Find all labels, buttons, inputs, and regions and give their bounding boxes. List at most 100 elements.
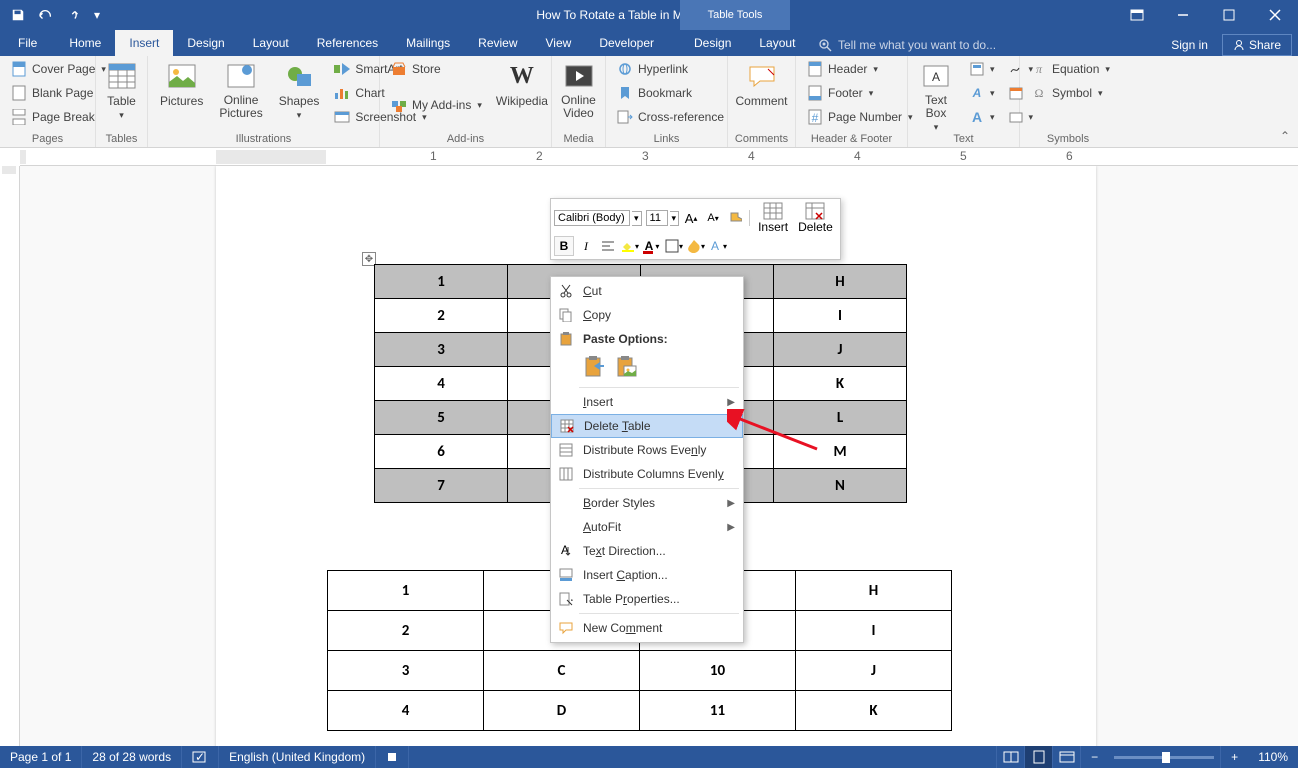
table-cell[interactable]: 3 [375, 333, 508, 367]
tell-me-search[interactable]: Tell me what you want to do... [810, 34, 1004, 56]
collapse-ribbon-button[interactable]: ⌃ [1280, 129, 1290, 143]
tab-table-layout[interactable]: Layout [745, 30, 809, 56]
table-cell[interactable]: 2 [375, 299, 508, 333]
table-cell[interactable]: C [484, 651, 640, 691]
align-button[interactable] [598, 236, 618, 256]
table-cell[interactable]: 5 [375, 401, 508, 435]
word-count[interactable]: 28 of 28 words [82, 746, 182, 768]
zoom-out-button[interactable]: − [1080, 746, 1108, 768]
mini-font-select[interactable] [554, 210, 630, 226]
bookmark-button[interactable]: Bookmark [612, 82, 728, 104]
paste-keep-formatting[interactable] [581, 353, 609, 381]
pictures-button[interactable]: Pictures [154, 58, 209, 110]
online-video-button[interactable]: Online Video [555, 58, 602, 122]
comment-button[interactable]: Comment [730, 58, 794, 110]
online-pictures-button[interactable]: Online Pictures [213, 58, 268, 122]
ctx-insert-caption[interactable]: Insert Caption... [551, 563, 743, 587]
tab-layout[interactable]: Layout [239, 30, 303, 56]
tab-file[interactable]: File [0, 30, 55, 56]
table-cell[interactable]: 11 [640, 691, 796, 731]
share-button[interactable]: Share [1222, 34, 1292, 56]
tab-table-design[interactable]: Design [680, 30, 745, 56]
tab-view[interactable]: View [532, 30, 586, 56]
ctx-new-comment[interactable]: New Comment [551, 616, 743, 640]
mini-insert-button[interactable]: Insert [754, 202, 792, 234]
table-cell[interactable]: 6 [375, 435, 508, 469]
tab-insert[interactable]: Insert [115, 30, 173, 56]
italic-button[interactable]: I [576, 236, 596, 256]
undo-button[interactable] [34, 3, 58, 27]
font-color-button[interactable]: A▾ [642, 236, 662, 256]
quickparts-button[interactable]: ▾ [964, 58, 999, 80]
table-cell[interactable]: 1 [375, 265, 508, 299]
qat-dropdown-icon[interactable]: ▾ [94, 8, 100, 22]
ctx-autofit[interactable]: AutoFit▶ [551, 515, 743, 539]
textbox-button[interactable]: AText Box▾ [914, 58, 958, 135]
cross-reference-button[interactable]: Cross-reference [612, 106, 728, 128]
mini-delete-button[interactable]: Delete [794, 202, 837, 234]
grow-font-button[interactable]: A▴ [681, 208, 701, 228]
page-break-button[interactable]: Page Break [6, 106, 110, 128]
web-layout-button[interactable] [1052, 746, 1080, 768]
blank-page-button[interactable]: Blank Page [6, 82, 110, 104]
table-cell[interactable]: 3 [328, 651, 484, 691]
zoom-in-button[interactable]: + [1220, 746, 1248, 768]
minimize-button[interactable] [1160, 0, 1206, 30]
border-button[interactable]: ▾ [664, 236, 684, 256]
wordart-button[interactable]: A▾ [964, 82, 999, 104]
table-cell[interactable]: J [796, 651, 952, 691]
table-cell[interactable]: 4 [375, 367, 508, 401]
mini-size-select[interactable] [646, 210, 668, 226]
ctx-distribute-rows[interactable]: Distribute Rows Evenly [551, 438, 743, 462]
table-cell[interactable]: H [796, 571, 952, 611]
paste-picture[interactable] [613, 353, 641, 381]
table-cell[interactable]: K [774, 367, 907, 401]
tab-home[interactable]: Home [55, 30, 115, 56]
table-cell[interactable]: H [774, 265, 907, 299]
table-button[interactable]: Table▾ [100, 58, 144, 123]
zoom-level[interactable]: 110% [1248, 746, 1298, 768]
ctx-copy[interactable]: Copy [551, 303, 743, 327]
macro-recording[interactable] [376, 746, 409, 768]
page-number-button[interactable]: #Page Number▾ [802, 106, 917, 128]
spellcheck-button[interactable]: ✓ [182, 746, 219, 768]
dropcap-button[interactable]: A▾ [964, 106, 999, 128]
header-button[interactable]: Header▾ [802, 58, 917, 80]
document-area[interactable]: ✥ ▾ ▾ A▴ A▾ Insert Delete B I ▾ A▾ ▾ ▾ [20, 166, 1298, 746]
page-indicator[interactable]: Page 1 of 1 [0, 746, 82, 768]
table-cell[interactable]: I [774, 299, 907, 333]
read-mode-button[interactable] [996, 746, 1024, 768]
table-cell[interactable]: 2 [328, 611, 484, 651]
table-cell[interactable]: I [796, 611, 952, 651]
tab-review[interactable]: Review [464, 30, 531, 56]
tab-developer[interactable]: Developer [585, 30, 668, 56]
my-addins-button[interactable]: My Add-ins▾ [386, 94, 486, 116]
symbol-button[interactable]: ΩSymbol▾ [1026, 82, 1114, 104]
zoom-slider[interactable] [1114, 756, 1214, 759]
ctx-insert[interactable]: Insert▶ [551, 390, 743, 414]
language-indicator[interactable]: English (United Kingdom) [219, 746, 376, 768]
table-cell[interactable]: D [484, 691, 640, 731]
footer-button[interactable]: Footer▾ [802, 82, 917, 104]
ctx-border-styles[interactable]: Border Styles▶ [551, 491, 743, 515]
table-cell[interactable]: M [774, 435, 907, 469]
bold-button[interactable]: B [554, 236, 574, 256]
maximize-button[interactable] [1206, 0, 1252, 30]
tab-references[interactable]: References [303, 30, 392, 56]
tab-design[interactable]: Design [173, 30, 238, 56]
save-button[interactable] [6, 3, 30, 27]
print-layout-button[interactable] [1024, 746, 1052, 768]
shrink-font-button[interactable]: A▾ [703, 208, 723, 228]
redo-button[interactable] [62, 3, 86, 27]
table-cell[interactable]: N [774, 469, 907, 503]
store-button[interactable]: Store [386, 58, 486, 80]
horizontal-ruler[interactable]: 123 4456 [20, 148, 1298, 166]
table-cell[interactable]: J [774, 333, 907, 367]
equation-button[interactable]: πEquation▾ [1026, 58, 1114, 80]
table-cell[interactable]: 4 [328, 691, 484, 731]
ctx-distribute-cols[interactable]: Distribute Columns Evenly [551, 462, 743, 486]
table-cell[interactable]: L [774, 401, 907, 435]
ctx-delete-table[interactable]: Delete Table [551, 414, 743, 438]
ctx-text-direction[interactable]: AText Direction... [551, 539, 743, 563]
shapes-button[interactable]: Shapes▾ [273, 58, 326, 123]
